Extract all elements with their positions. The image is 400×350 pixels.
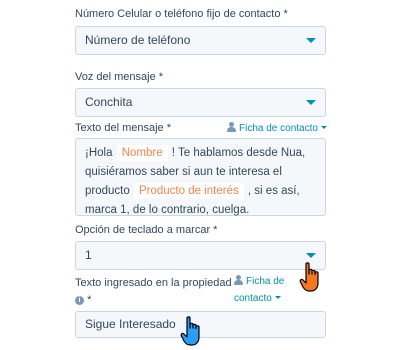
- message-line-2: quisiéramos saber si aun te interesa el: [85, 166, 282, 178]
- name-token[interactable]: Nombre: [116, 145, 168, 161]
- person-icon: [227, 122, 236, 132]
- voice-select[interactable]: Conchita: [75, 88, 326, 117]
- chevron-down-icon: [306, 38, 316, 43]
- product-token[interactable]: Producto de interés: [133, 183, 244, 199]
- message-textarea[interactable]: ¡Hola Nombre ! Te hablamos desde Nua, qu…: [75, 138, 326, 216]
- person-icon: [234, 275, 243, 285]
- property-value: Sigue Interesado: [85, 317, 176, 331]
- message-field-label: Texto del mensaje *: [75, 122, 171, 134]
- hand-pointer-icon: [299, 262, 319, 292]
- message-text: ¡Hola: [85, 147, 113, 159]
- chevron-down-icon: [306, 253, 316, 258]
- contact-link-label: Ficha de contacto: [239, 123, 318, 134]
- voice-field-label: Voz del mensaje *: [75, 71, 164, 83]
- voice-select-value: Conchita: [85, 95, 133, 109]
- info-icon[interactable]: i: [75, 296, 84, 305]
- phone-select[interactable]: Número de teléfono: [75, 26, 326, 55]
- chevron-down-icon: [320, 126, 327, 129]
- required-marker: *: [87, 294, 92, 306]
- contact-link-label: contacto: [234, 293, 272, 304]
- property-field-label: Texto ingresado en la propiedad: [75, 277, 232, 289]
- message-line-3: producto Producto de interés , si es así…: [85, 182, 316, 201]
- hand-pointer-icon: [180, 316, 200, 346]
- contact-link-label: Ficha de: [246, 276, 285, 287]
- message-text: , si es así,: [247, 185, 300, 197]
- message-contact-link[interactable]: Ficha de contacto: [227, 122, 327, 134]
- phone-field-label: Número Celular o teléfono fijo de contac…: [75, 8, 288, 20]
- message-text: ! Te hablamos desde Nua,: [171, 147, 306, 159]
- message-text: producto: [85, 185, 130, 197]
- keypad-field-label: Opción de teclado a marcar *: [75, 224, 218, 236]
- chevron-down-icon: [274, 296, 281, 299]
- keypad-select[interactable]: 1: [75, 241, 326, 270]
- property-field-required: i *: [75, 294, 91, 306]
- property-contact-link-line2[interactable]: contacto: [234, 293, 281, 304]
- phone-select-value: Número de teléfono: [85, 33, 191, 47]
- message-line-1: ¡Hola Nombre ! Te hablamos desde Nua,: [85, 144, 316, 163]
- message-line-4: marca 1, de lo contrario, cuelga.: [85, 204, 250, 216]
- property-contact-link[interactable]: Ficha de: [234, 275, 284, 287]
- chevron-down-icon: [306, 100, 316, 105]
- keypad-select-value: 1: [85, 248, 92, 262]
